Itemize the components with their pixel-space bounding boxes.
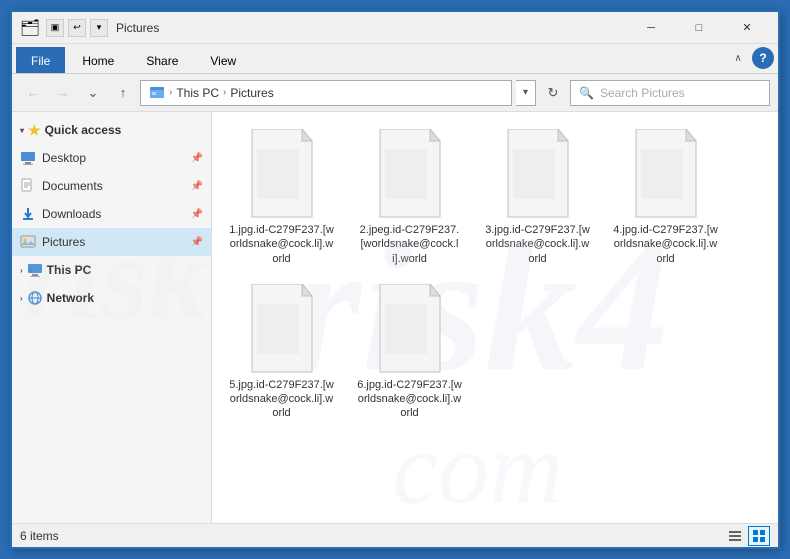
file-item-2[interactable]: 2.jpeg.id-C279F237.[worldsnake@cock.li].… <box>352 124 467 271</box>
status-bar: 6 items <box>12 523 778 547</box>
file-icon-5 <box>242 284 322 374</box>
path-sep-1: › <box>169 87 172 98</box>
sidebar-item-downloads[interactable]: Downloads 📌 <box>12 200 211 228</box>
tab-share[interactable]: Share <box>131 47 193 73</box>
file-item-5[interactable]: 5.jpg.id-C279F237.[worldsnake@cock.li].w… <box>224 279 339 426</box>
sidebar-item-documents[interactable]: Documents 📌 <box>12 172 211 200</box>
path-part-thispc[interactable]: This PC <box>176 86 219 100</box>
desktop-label: Desktop <box>42 151 185 165</box>
status-text: 6 items <box>20 529 724 543</box>
path-sep-2: › <box>223 87 226 98</box>
this-pc-label: This PC <box>47 263 92 277</box>
file-name-5: 5.jpg.id-C279F237.[worldsnake@cock.li].w… <box>229 378 334 421</box>
close-button[interactable]: ✕ <box>724 14 770 42</box>
file-item-4[interactable]: 4.jpg.id-C279F237.[worldsnake@cock.li].w… <box>608 124 723 271</box>
network-label: Network <box>47 291 94 305</box>
address-bar: ← → ⌄ ↑ › This PC › Pictures ▾ ↻ 🔍 Searc… <box>12 74 778 112</box>
title-bar: 🗂 ▣ ↩ ▾ Pictures ─ □ ✕ <box>12 12 778 44</box>
network-header[interactable]: › Network <box>12 284 211 312</box>
file-item-6[interactable]: 6.jpg.id-C279F237.[worldsnake@cock.li].w… <box>352 279 467 426</box>
large-icon-view-button[interactable] <box>748 526 770 546</box>
address-dropdown-btn[interactable]: ▾ <box>516 80 536 106</box>
file-icon-1 <box>242 129 322 219</box>
refresh-button[interactable]: ↻ <box>540 80 566 106</box>
search-placeholder: Search Pictures <box>600 86 685 100</box>
sidebar-item-desktop[interactable]: Desktop 📌 <box>12 144 211 172</box>
tab-view[interactable]: View <box>195 47 251 73</box>
back-button[interactable]: ← <box>20 80 46 106</box>
downloads-icon <box>20 206 36 222</box>
tab-file[interactable]: File <box>16 47 65 73</box>
pictures-icon <box>20 234 36 250</box>
file-area: 1.jpg.id-C279F237.[worldsnake@cock.li].w… <box>212 112 778 523</box>
file-name-1: 1.jpg.id-C279F237.[worldsnake@cock.li].w… <box>229 223 334 266</box>
documents-pin-icon: 📌 <box>191 181 203 192</box>
file-grid: 1.jpg.id-C279F237.[worldsnake@cock.li].w… <box>220 120 770 430</box>
quick-save-buttons: ▣ ↩ ▾ <box>46 19 108 37</box>
network-icon <box>27 290 43 306</box>
search-icon: 🔍 <box>579 86 594 100</box>
desktop-pin-icon: 📌 <box>191 153 203 164</box>
sidebar-item-pictures[interactable]: Pictures 📌 <box>12 228 211 256</box>
quick-access-header[interactable]: ▾ ★ Quick access <box>12 116 211 144</box>
up-button[interactable]: ↑ <box>110 80 136 106</box>
nav-dropdown[interactable]: ⌄ <box>80 80 106 106</box>
qs-btn-1[interactable]: ▣ <box>46 19 64 37</box>
file-icon-3 <box>498 129 578 219</box>
file-name-2: 2.jpeg.id-C279F237.[worldsnake@cock.li].… <box>357 223 462 266</box>
ribbon-collapse-icon[interactable]: ∧ <box>728 48 748 68</box>
file-icon-2 <box>370 129 450 219</box>
path-icon <box>149 85 165 101</box>
forward-button[interactable]: → <box>50 80 76 106</box>
quick-access-expand-icon: ▾ <box>20 126 24 135</box>
address-path[interactable]: › This PC › Pictures <box>140 80 512 106</box>
network-expand-icon: › <box>20 294 23 303</box>
maximize-button[interactable]: □ <box>676 14 722 42</box>
documents-label: Documents <box>42 179 185 193</box>
file-icon-4 <box>626 129 706 219</box>
help-button[interactable]: ? <box>752 47 774 69</box>
search-box[interactable]: 🔍 Search Pictures <box>570 80 770 106</box>
desktop-icon <box>20 150 36 166</box>
file-name-6: 6.jpg.id-C279F237.[worldsnake@cock.li].w… <box>357 378 462 421</box>
downloads-pin-icon: 📌 <box>191 209 203 220</box>
file-name-3: 3.jpg.id-C279F237.[worldsnake@cock.li].w… <box>485 223 590 266</box>
qs-btn-2[interactable]: ↩ <box>68 19 86 37</box>
window-title: Pictures <box>116 21 628 35</box>
quick-access-label: Quick access <box>45 123 122 137</box>
window-icon: 🗂 <box>20 18 40 38</box>
window-controls: ─ □ ✕ <box>628 14 770 42</box>
file-icon-6 <box>370 284 450 374</box>
this-pc-expand-icon: › <box>20 266 23 275</box>
file-item-3[interactable]: 3.jpg.id-C279F237.[worldsnake@cock.li].w… <box>480 124 595 271</box>
qs-dropdown[interactable]: ▾ <box>90 19 108 37</box>
view-buttons <box>724 526 770 546</box>
main-content: ▾ ★ Quick access Desktop 📌 Documents 📌 <box>12 112 778 523</box>
explorer-window: 🗂 ▣ ↩ ▾ Pictures ─ □ ✕ File Home Share V… <box>10 10 780 549</box>
this-pc-header[interactable]: › This PC <box>12 256 211 284</box>
this-pc-icon <box>27 262 43 278</box>
list-view-button[interactable] <box>724 526 746 546</box>
minimize-button[interactable]: ─ <box>628 14 674 42</box>
file-item-1[interactable]: 1.jpg.id-C279F237.[worldsnake@cock.li].w… <box>224 124 339 271</box>
ribbon: File Home Share View ∧ ? <box>12 44 778 74</box>
downloads-label: Downloads <box>42 207 185 221</box>
file-name-4: 4.jpg.id-C279F237.[worldsnake@cock.li].w… <box>613 223 718 266</box>
pictures-pin-icon: 📌 <box>191 237 203 248</box>
ribbon-tab-bar: File Home Share View ∧ ? <box>12 44 778 74</box>
quick-access-star-icon: ★ <box>28 122 41 139</box>
pictures-label: Pictures <box>42 235 185 249</box>
documents-icon <box>20 178 36 194</box>
sidebar: ▾ ★ Quick access Desktop 📌 Documents 📌 <box>12 112 212 523</box>
ribbon-expand-area: ∧ ? <box>728 47 774 73</box>
path-part-pictures[interactable]: Pictures <box>230 86 273 100</box>
tab-home[interactable]: Home <box>67 47 129 73</box>
